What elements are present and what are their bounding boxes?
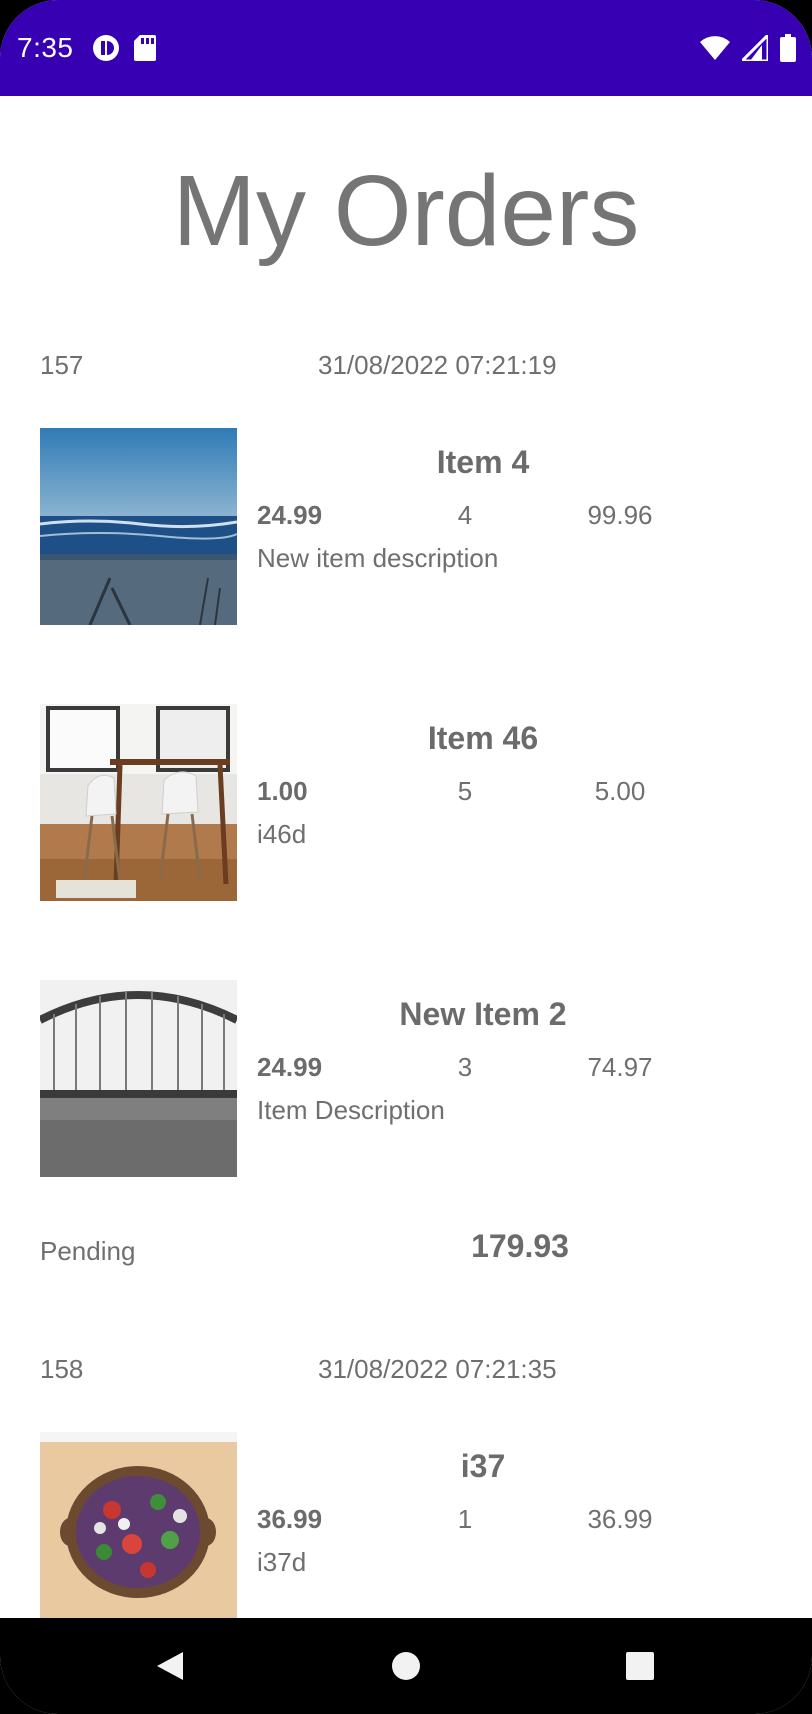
wifi-icon <box>700 36 730 60</box>
item-description: Item Description <box>257 1095 445 1125</box>
item-total: 36.99 <box>587 1504 653 1534</box>
item-name: New Item 2 <box>399 996 567 1032</box>
item-quantity: 1 <box>457 1504 473 1534</box>
item-image-bridge <box>40 980 237 1177</box>
order-sum: 179.93 <box>471 1228 569 1264</box>
home-button[interactable] <box>351 1618 461 1714</box>
order-date: 31/08/2022 07:21:35 <box>318 1354 557 1384</box>
item-price: 24.99 <box>257 500 323 530</box>
item-name: Item 46 <box>427 720 539 756</box>
order-item[interactable]: Item 4 24.99 4 99.96 New item descriptio… <box>40 428 760 626</box>
orders-list[interactable]: My Orders 157 31/08/2022 07:21:19 Item 4… <box>0 96 812 1618</box>
item-quantity: 4 <box>457 500 473 530</box>
item-name: Item 4 <box>436 444 530 480</box>
home-icon <box>391 1651 421 1681</box>
item-price: 24.99 <box>257 1052 323 1082</box>
order-status: Pending <box>40 1236 136 1266</box>
order-item[interactable]: i37 36.99 1 36.99 i37d <box>40 1432 760 1618</box>
item-total: 99.96 <box>587 500 653 530</box>
item-image-dining-chairs <box>40 704 237 901</box>
order-id: 158 <box>40 1354 84 1384</box>
battery-icon <box>780 34 796 62</box>
item-name: i37 <box>460 1448 506 1484</box>
order-id: 157 <box>40 350 84 380</box>
item-description: i46d <box>257 819 307 849</box>
item-price: 1.00 <box>257 776 308 806</box>
item-quantity: 3 <box>457 1052 473 1082</box>
back-icon <box>155 1650 185 1682</box>
order-header: 158 31/08/2022 07:21:35 <box>40 1354 740 1394</box>
recents-button[interactable] <box>585 1618 695 1714</box>
order-item[interactable]: New Item 2 24.99 3 74.97 Item Descriptio… <box>40 980 760 1178</box>
page-title: My Orders <box>172 155 640 267</box>
item-total: 74.97 <box>587 1052 653 1082</box>
status-bar: 7:35 <box>0 0 812 96</box>
status-time: 7:35 <box>17 32 74 63</box>
recents-icon <box>625 1651 655 1681</box>
item-quantity: 5 <box>457 776 473 806</box>
phone-screen: 7:35 My Orders 157 31/08/2022 07:21:19 I… <box>0 0 812 1714</box>
item-description: New item description <box>257 543 499 573</box>
sd-card-icon <box>134 35 156 61</box>
signal-icon <box>742 35 768 61</box>
order-item[interactable]: Item 46 1.00 5 5.00 i46d <box>40 704 760 902</box>
sync-icon <box>92 34 120 62</box>
order-header: 157 31/08/2022 07:21:19 <box>40 350 740 390</box>
order-footer: Pending 179.93 <box>40 1228 760 1278</box>
item-total: 5.00 <box>594 776 646 806</box>
navigation-bar <box>0 1618 812 1714</box>
back-button[interactable] <box>115 1618 225 1714</box>
item-description: i37d <box>257 1547 307 1577</box>
item-price: 36.99 <box>257 1504 323 1534</box>
order-date: 31/08/2022 07:21:19 <box>318 350 557 380</box>
item-image-salad-bowl <box>40 1432 237 1618</box>
item-image-beach <box>40 428 237 625</box>
